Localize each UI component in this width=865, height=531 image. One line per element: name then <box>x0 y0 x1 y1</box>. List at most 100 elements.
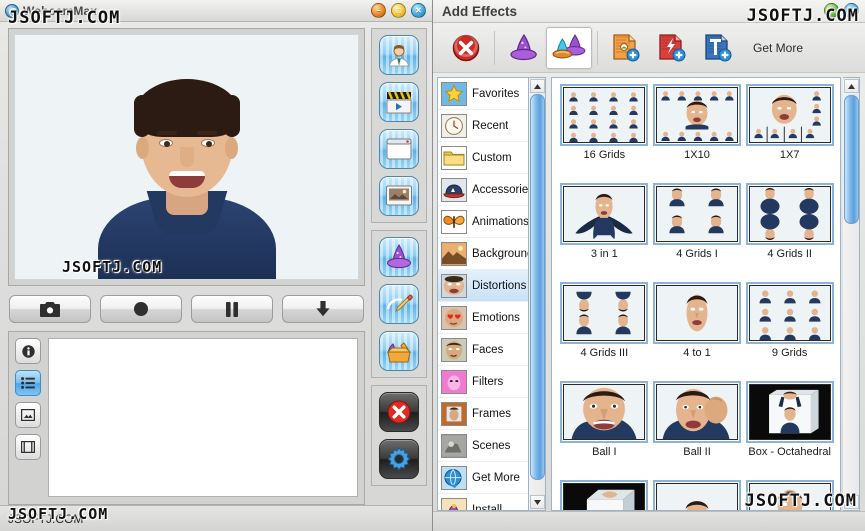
sidebar-item-recent[interactable]: Recent <box>438 110 528 142</box>
folder-icon <box>441 146 467 170</box>
effect-thumbnail[interactable] <box>746 381 834 443</box>
scroll-track[interactable] <box>530 93 545 495</box>
cap-icon <box>441 178 467 202</box>
effect-thumbnail[interactable] <box>653 183 741 245</box>
single-effect-button[interactable] <box>500 27 546 69</box>
add-flash-button[interactable] <box>649 27 695 69</box>
effects-button[interactable] <box>379 237 419 277</box>
effect-thumbnail[interactable] <box>653 84 741 146</box>
toolbar-separator-2 <box>597 31 598 65</box>
maximize-button[interactable]: □ <box>391 3 406 18</box>
pink-face-icon <box>441 370 467 394</box>
effect-thumbnail[interactable] <box>560 84 648 146</box>
effect-item[interactable] <box>651 480 744 511</box>
snapshot-button[interactable] <box>9 295 91 323</box>
sidebar-item-filters[interactable]: Filters <box>438 366 528 398</box>
pause-button[interactable] <box>191 295 273 323</box>
chevron-down-icon <box>534 500 541 505</box>
effect-item[interactable]: 9 Grids <box>743 282 836 381</box>
grid-scroll-up-button[interactable] <box>844 79 859 93</box>
media-list[interactable] <box>48 338 358 497</box>
effect-label: Ball II <box>683 446 711 458</box>
get-more-button[interactable]: Get More <box>753 41 803 55</box>
sidebar-item-accessories[interactable]: Accessorie <box>438 174 528 206</box>
effect-item[interactable]: Box - Octahedral <box>743 381 836 480</box>
list-view-button[interactable] <box>15 370 41 396</box>
info-button[interactable] <box>15 338 41 364</box>
settings-button[interactable] <box>379 439 419 479</box>
sidebar-item-distortions[interactable]: Distortions <box>438 270 528 302</box>
sidebar-item-animations[interactable]: Animations <box>438 206 528 238</box>
video-source-button[interactable] <box>379 82 419 122</box>
effect-item[interactable]: 1X10 <box>651 84 744 183</box>
window-source-button[interactable] <box>379 129 419 169</box>
scroll-down-button[interactable] <box>530 495 545 509</box>
webcam-source-button[interactable] <box>379 35 419 75</box>
effect-item[interactable]: Ball I <box>558 381 651 480</box>
effect-item[interactable]: 16 Grids <box>558 84 651 183</box>
desktop-source-button[interactable] <box>379 176 419 216</box>
panel-close-button[interactable] <box>844 3 859 18</box>
effect-thumbnail[interactable] <box>746 84 834 146</box>
sidebar-item-label: Faces <box>472 344 503 356</box>
video-preview[interactable] <box>14 34 359 280</box>
media-view-switcher <box>15 338 41 497</box>
effect-item[interactable]: 3 in 1 <box>558 183 651 282</box>
sidebar-item-scenes[interactable]: Scenes <box>438 430 528 462</box>
effect-thumbnail[interactable] <box>560 381 648 443</box>
minimize-button[interactable]: – <box>371 3 386 18</box>
record-button[interactable] <box>100 295 182 323</box>
multi-effect-button[interactable] <box>546 27 592 69</box>
grid-scroll-thumb[interactable] <box>844 95 859 224</box>
effect-item[interactable]: 1X7 <box>743 84 836 183</box>
effect-item[interactable] <box>558 480 651 511</box>
sidebar-item-favorites[interactable]: Favorites <box>438 78 528 110</box>
add-image-button[interactable] <box>603 27 649 69</box>
grid-scroll-down-button[interactable] <box>844 495 859 509</box>
effect-thumbnail[interactable] <box>653 381 741 443</box>
effect-item[interactable]: Ball II <box>651 381 744 480</box>
sidebar-item-emotions[interactable]: Emotions <box>438 302 528 334</box>
sidebar-item-frames[interactable]: Frames <box>438 398 528 430</box>
effect-item[interactable]: 4 to 1 <box>651 282 744 381</box>
sidebar-item-background[interactable]: Background <box>438 238 528 270</box>
webcam-subject <box>97 64 277 279</box>
category-list[interactable]: Favorites Recent Custom <box>437 77 529 511</box>
sidebar-item-faces[interactable]: Faces <box>438 334 528 366</box>
effect-thumbnail[interactable] <box>560 282 648 344</box>
effect-thumbnail[interactable] <box>746 282 834 344</box>
sidebar-item-custom[interactable]: Custom <box>438 142 528 174</box>
effect-thumbnail[interactable] <box>653 282 741 344</box>
effects-grid-container[interactable]: 16 Grids <box>551 77 841 511</box>
thumb-ball-1-icon <box>563 384 645 440</box>
effect-item[interactable]: 4 Grids III <box>558 282 651 381</box>
effects-package-button[interactable] <box>379 331 419 371</box>
effect-thumbnail[interactable] <box>746 183 834 245</box>
grid-scroll-track[interactable] <box>844 93 859 495</box>
category-scrollbar[interactable] <box>529 77 546 511</box>
remove-effect-button[interactable] <box>443 27 489 69</box>
sidebar-item-install[interactable]: Install <box>438 494 528 511</box>
download-button[interactable] <box>282 295 364 323</box>
effect-thumbnail[interactable] <box>560 480 648 511</box>
scroll-up-button[interactable] <box>530 79 545 93</box>
scroll-thumb[interactable] <box>530 94 545 480</box>
effect-thumbnail[interactable] <box>560 183 648 245</box>
add-text-button[interactable] <box>695 27 741 69</box>
effect-item[interactable]: 4 Grids I <box>651 183 744 282</box>
effect-thumbnail[interactable] <box>746 480 834 511</box>
effect-item[interactable]: 4 Grids II <box>743 183 836 282</box>
effect-item[interactable] <box>743 480 836 511</box>
photo-view-button[interactable] <box>15 402 41 428</box>
close-button[interactable]: ✕ <box>411 3 426 18</box>
add-effects-panel: Add Effects <box>433 0 865 531</box>
thumb-box-octahedral-icon <box>749 384 831 440</box>
effect-thumbnail[interactable] <box>653 480 741 511</box>
sidebar-item-get-more[interactable]: Get More <box>438 462 528 494</box>
effects-grid-scrollbar[interactable] <box>843 77 860 511</box>
doodle-button[interactable] <box>379 284 419 324</box>
video-view-button[interactable] <box>15 434 41 460</box>
install-icon <box>441 498 467 512</box>
panel-help-button[interactable] <box>824 3 839 18</box>
exit-button[interactable] <box>379 392 419 432</box>
